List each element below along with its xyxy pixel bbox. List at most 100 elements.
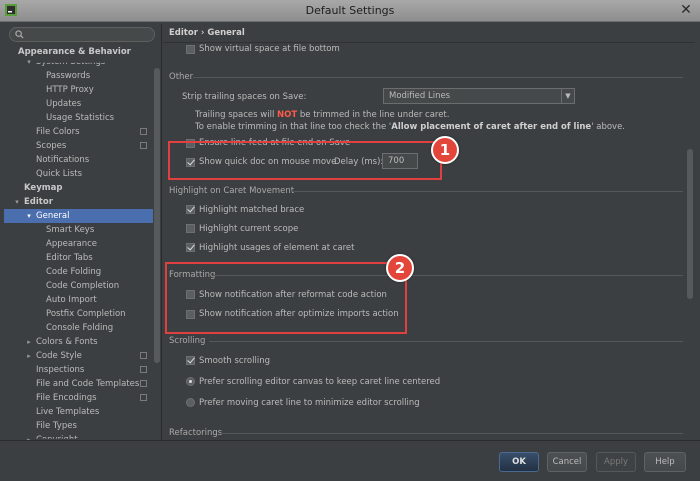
note-option-name: Allow placement of caret after end of li… <box>391 122 592 132</box>
prefer-caret-label: Prefer moving caret line to minimize edi… <box>199 398 420 408</box>
strip-trailing-label: Strip trailing spaces on Save: <box>182 92 307 102</box>
chevron-down-icon[interactable]: ▾ <box>25 55 33 69</box>
sidebar-item-console-folding[interactable]: Console Folding <box>4 321 153 335</box>
sidebar-item-keymap[interactable]: Keymap <box>4 181 153 195</box>
chevron-down-icon[interactable]: ▾ <box>13 195 21 209</box>
search-input[interactable] <box>9 27 155 42</box>
project-config-icon <box>140 142 147 149</box>
section-divider <box>291 191 683 192</box>
note-text: To enable trimming in that line too chec… <box>195 122 392 132</box>
sidebar-item-label: Code Style <box>36 351 82 361</box>
sidebar-item-label: Live Templates <box>36 407 100 417</box>
sidebar-item-code-style[interactable]: ▸ Code Style <box>4 349 153 363</box>
project-config-icon <box>140 366 147 373</box>
sidebar-item-code-completion[interactable]: Code Completion <box>4 279 153 293</box>
usages-checkbox[interactable] <box>186 243 195 252</box>
sidebar-item-scopes[interactable]: Scopes <box>4 139 153 153</box>
sidebar-item-passwords[interactable]: Passwords <box>4 69 153 83</box>
settings-content: Editor › General Show virtual space at f… <box>163 24 695 440</box>
search-icon <box>15 30 24 39</box>
sidebar-item-file-and-code-templates[interactable]: File and Code Templates <box>4 377 153 391</box>
chevron-down-icon[interactable]: ▾ <box>25 209 33 223</box>
chevron-right-icon[interactable]: ▸ <box>25 433 33 440</box>
sidebar-item-updates[interactable]: Updates <box>4 97 153 111</box>
prefer-caret-radio[interactable] <box>186 398 195 407</box>
sidebar-item-editor[interactable]: ▾ Editor <box>4 195 153 209</box>
chevron-down-icon: ▼ <box>561 89 574 103</box>
chevron-right-icon[interactable]: ▸ <box>25 349 33 363</box>
section-highlight-caret: Highlight on Caret Movement <box>169 186 295 196</box>
content-scrollbar[interactable] <box>687 149 693 299</box>
strip-note-line2: To enable trimming in that line too chec… <box>195 122 625 132</box>
close-icon[interactable]: ✕ <box>678 2 694 18</box>
sidebar-item-label: Passwords <box>46 71 91 81</box>
project-config-icon <box>140 380 147 387</box>
sidebar-item-usage-statistics[interactable]: Usage Statistics <box>4 111 153 125</box>
strip-trailing-value: Modified Lines <box>389 91 451 101</box>
sidebar-item-file-types[interactable]: File Types <box>4 419 153 433</box>
dialog-footer: OK Cancel Apply Help <box>0 440 700 481</box>
sidebar-item-label: Quick Lists <box>36 169 83 179</box>
sidebar-item-copyright[interactable]: ▸ Copyright <box>4 433 153 440</box>
sidebar-item-label: HTTP Proxy <box>46 85 94 95</box>
project-config-icon <box>140 352 147 359</box>
ok-button[interactable]: OK <box>499 452 539 472</box>
sidebar-item-label: Notifications <box>36 155 90 165</box>
cancel-button[interactable]: Cancel <box>547 452 587 472</box>
sidebar-item-live-templates[interactable]: Live Templates <box>4 405 153 419</box>
sidebar-item-editor-tabs[interactable]: Editor Tabs <box>4 251 153 265</box>
sidebar-item-auto-import[interactable]: Auto Import <box>4 293 153 307</box>
project-config-icon <box>140 128 147 135</box>
matched-brace-checkbox[interactable] <box>186 205 195 214</box>
sidebar-item-quick-lists[interactable]: Quick Lists <box>4 167 153 181</box>
sidebar-item-code-folding[interactable]: Code Folding <box>4 265 153 279</box>
chevron-right-icon[interactable]: ▸ <box>25 335 33 349</box>
breadcrumb-separator: › <box>200 28 205 38</box>
apply-button[interactable]: Apply <box>596 452 636 472</box>
help-button[interactable]: Help <box>644 452 686 472</box>
sidebar-item-file-encodings[interactable]: File Encodings <box>4 391 153 405</box>
section-other: Other <box>169 72 194 82</box>
sidebar-scrollbar[interactable] <box>154 68 160 363</box>
breadcrumb-parent: Editor <box>169 28 198 38</box>
sidebar-item-colors-fonts[interactable]: ▸ Colors & Fonts <box>4 335 153 349</box>
section-refactorings: Refactorings <box>169 428 223 438</box>
sidebar-item-label: Keymap <box>24 183 63 193</box>
section-divider <box>221 433 683 434</box>
sidebar-item-postfix-completion[interactable]: Postfix Completion <box>4 307 153 321</box>
annotation-box-2 <box>165 262 407 334</box>
sidebar-item-http-proxy[interactable]: HTTP Proxy <box>4 83 153 97</box>
smooth-scrolling-checkbox[interactable] <box>186 356 195 365</box>
sidebar-item-label: Auto Import <box>46 295 97 305</box>
project-config-icon <box>140 394 147 401</box>
sidebar-item-label: File and Code Templates <box>36 379 140 389</box>
note-text: be trimmed in the line under caret. <box>297 110 450 120</box>
title-bar: Default Settings ✕ <box>0 0 700 22</box>
sidebar-item-label: Editor Tabs <box>46 253 93 263</box>
sidebar-item-label: Scopes <box>36 141 67 151</box>
sidebar-item-system-settings[interactable]: ▾ System Settings <box>4 55 153 69</box>
window-title: Default Settings <box>305 4 395 17</box>
show-virtual-space-checkbox[interactable] <box>186 45 195 54</box>
current-scope-checkbox[interactable] <box>186 224 195 233</box>
sidebar-item-general[interactable]: ▾ General <box>4 209 153 223</box>
sidebar-item-label: Editor <box>24 197 53 207</box>
sidebar-item-inspections[interactable]: Inspections <box>4 363 153 377</box>
sidebar-item-label: Appearance <box>46 239 98 249</box>
show-virtual-space-label: Show virtual space at file bottom <box>199 44 340 54</box>
prefer-canvas-radio[interactable] <box>186 377 195 386</box>
sidebar-item-notifications[interactable]: Notifications <box>4 153 153 167</box>
sidebar-item-smart-keys[interactable]: Smart Keys <box>4 223 153 237</box>
sidebar-item-label: System Settings <box>36 57 106 67</box>
sidebar-item-appearance[interactable]: Appearance <box>4 237 153 251</box>
strip-trailing-select[interactable]: Modified Lines ▼ <box>383 88 575 104</box>
matched-brace-label: Highlight matched brace <box>199 205 305 215</box>
sidebar-item-file-colors[interactable]: File Colors <box>4 125 153 139</box>
sidebar-item-label: File Types <box>36 421 77 431</box>
breadcrumb-divider <box>163 42 695 43</box>
sidebar-item-label: General <box>36 211 70 221</box>
prefer-canvas-label: Prefer scrolling editor canvas to keep c… <box>199 377 441 387</box>
sidebar-item-label: Usage Statistics <box>46 113 115 123</box>
annotation-box-1 <box>168 141 442 180</box>
section-divider <box>193 77 683 78</box>
